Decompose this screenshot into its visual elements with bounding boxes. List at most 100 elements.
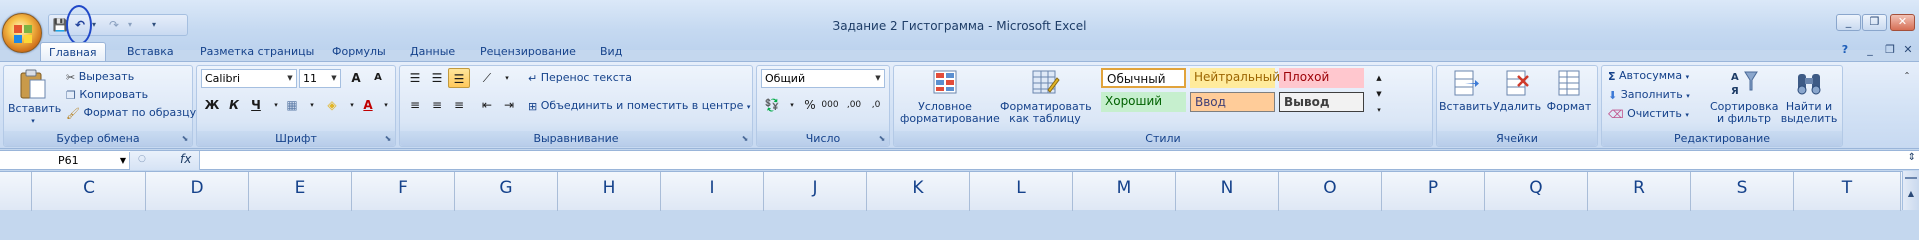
autosum-button[interactable]: Σ Автосумма ▾: [1608, 69, 1689, 83]
column-header[interactable]: J: [764, 172, 867, 211]
column-header[interactable]: L: [970, 172, 1073, 211]
currency-icon[interactable]: 💱: [761, 95, 783, 115]
align-left-icon[interactable]: ≡: [404, 95, 426, 115]
column-header[interactable]: R: [1588, 172, 1691, 211]
format-cells-button[interactable]: Формат: [1543, 68, 1595, 113]
dialog-launcher-icon[interactable]: ⬊: [180, 134, 190, 144]
close-button[interactable]: ✕: [1890, 14, 1915, 31]
style-input[interactable]: Ввод: [1190, 92, 1275, 112]
column-header[interactable]: D: [146, 172, 249, 211]
paste-button[interactable]: Вставить ▾: [8, 68, 61, 127]
orientation-icon[interactable]: ⟋: [476, 68, 498, 88]
column-header[interactable]: S: [1691, 172, 1794, 211]
column-header[interactable]: I: [661, 172, 764, 211]
doc-restore-button[interactable]: ❐: [1882, 44, 1898, 58]
increase-decimal-button[interactable]: ,00: [843, 95, 865, 115]
increase-indent-icon[interactable]: ⇥: [498, 95, 520, 115]
shrink-font-button[interactable]: A: [367, 68, 389, 88]
column-header[interactable]: M: [1073, 172, 1176, 211]
column-header[interactable]: E: [249, 172, 352, 211]
align-bottom-icon[interactable]: ☰: [448, 68, 470, 88]
borders-dropdown-icon[interactable]: ▾: [301, 95, 323, 115]
borders-icon[interactable]: ▦: [281, 95, 303, 115]
column-header[interactable]: Q: [1485, 172, 1588, 211]
align-middle-icon[interactable]: ☰: [426, 68, 448, 88]
select-all-corner[interactable]: [0, 172, 32, 211]
bold-button[interactable]: Ж: [201, 95, 223, 115]
tab-home[interactable]: Главная: [40, 42, 106, 62]
style-output[interactable]: Вывод: [1279, 92, 1364, 112]
dialog-launcher-icon[interactable]: ⬊: [383, 134, 393, 144]
column-header[interactable]: T: [1794, 172, 1901, 211]
merge-center-button[interactable]: ⊞ Объединить и поместить в центре ▾: [528, 99, 750, 113]
insert-cells-button[interactable]: Вставить: [1439, 68, 1492, 113]
expand-formula-bar-icon[interactable]: ⇕: [1908, 152, 1916, 163]
column-header[interactable]: O: [1279, 172, 1382, 211]
style-bad[interactable]: Плохой: [1279, 68, 1364, 88]
align-top-icon[interactable]: ☰: [404, 68, 426, 88]
decrease-indent-icon[interactable]: ⇤: [476, 95, 498, 115]
formula-bar: P61 ▼ ○ fx ⇕: [0, 150, 1919, 170]
grow-font-button[interactable]: A: [345, 68, 367, 88]
doc-close-button[interactable]: ✕: [1900, 44, 1916, 58]
office-button[interactable]: [2, 13, 42, 53]
minimize-button[interactable]: _: [1836, 14, 1861, 31]
name-box[interactable]: P61 ▼: [0, 152, 130, 169]
column-header[interactable]: K: [867, 172, 970, 211]
tab-page-layout[interactable]: Разметка страницы: [192, 42, 322, 62]
align-right-icon[interactable]: ≡: [448, 95, 470, 115]
column-header[interactable]: H: [558, 172, 661, 211]
underline-button[interactable]: Ч: [245, 95, 267, 115]
italic-button[interactable]: К: [223, 95, 245, 115]
copy-button[interactable]: ❐ Копировать: [66, 88, 148, 102]
font-color-dropdown-icon[interactable]: ▾: [375, 95, 397, 115]
number-format-select[interactable]: Общий ▼: [761, 69, 885, 88]
format-painter-button[interactable]: 🖌 Формат по образцу: [66, 106, 196, 120]
formula-input[interactable]: [202, 152, 1899, 169]
tab-insert[interactable]: Вставка: [119, 42, 182, 62]
clear-button[interactable]: ⌫ Очистить ▾: [1608, 107, 1689, 121]
font-size-select[interactable]: 11 ▼: [299, 69, 341, 88]
delete-cells-button[interactable]: Удалить: [1491, 68, 1543, 113]
tab-view[interactable]: Вид: [592, 42, 630, 62]
font-name-select[interactable]: Calibri ▼: [201, 69, 297, 88]
split-handle-icon[interactable]: [1905, 177, 1917, 180]
insert-function-button[interactable]: fx: [180, 152, 191, 166]
formula-controls: ○ fx: [130, 151, 200, 170]
tab-review[interactable]: Рецензирование: [472, 42, 584, 62]
ribbon-collapse-icon[interactable]: ⌃: [1896, 66, 1918, 86]
align-center-icon[interactable]: ≡: [426, 95, 448, 115]
find-select-button[interactable]: Найти и выделить: [1778, 68, 1840, 125]
column-header[interactable]: P: [1382, 172, 1485, 211]
conditional-formatting-button[interactable]: Условное форматирование: [900, 68, 1000, 125]
vertical-scrollbar[interactable]: ▲: [1902, 171, 1919, 210]
thousands-button[interactable]: 000: [819, 95, 841, 115]
chevron-down-icon: ▼: [331, 74, 337, 82]
percent-button[interactable]: %: [799, 95, 821, 115]
sort-filter-button[interactable]: A Я Сортировка и фильтр: [1710, 68, 1779, 125]
cut-button[interactable]: ✂ Вырезать: [66, 70, 134, 84]
column-header[interactable]: G: [455, 172, 558, 211]
maximize-button[interactable]: ❐: [1862, 14, 1887, 31]
style-neutral[interactable]: Нейтральный: [1190, 68, 1280, 88]
style-good[interactable]: Хороший: [1101, 92, 1186, 112]
tab-formulas[interactable]: Формулы: [324, 42, 394, 62]
scroll-up-icon[interactable]: ▲: [1904, 189, 1918, 198]
orientation-dropdown-icon[interactable]: ▾: [496, 68, 518, 88]
format-as-table-button[interactable]: Форматировать как таблицу: [1000, 68, 1092, 125]
dialog-launcher-icon[interactable]: ⬊: [740, 134, 750, 144]
column-header[interactable]: C: [33, 172, 146, 211]
wrap-text-button[interactable]: ↵ Перенос текста: [528, 71, 632, 85]
decrease-decimal-button[interactable]: ,0: [865, 95, 887, 115]
fill-color-icon[interactable]: ◈: [321, 95, 343, 115]
dialog-launcher-icon[interactable]: ⬊: [877, 134, 887, 144]
column-header[interactable]: N: [1176, 172, 1279, 211]
help-icon[interactable]: ?: [1837, 44, 1853, 58]
fill-button[interactable]: ⬇ Заполнить ▾: [1608, 88, 1690, 102]
tab-data[interactable]: Данные: [402, 42, 463, 62]
doc-minimize-button[interactable]: _: [1862, 44, 1878, 58]
column-header[interactable]: F: [352, 172, 455, 211]
styles-more-icon[interactable]: ▾: [1372, 100, 1386, 120]
style-normal[interactable]: Обычный: [1101, 68, 1186, 88]
sort-filter-icon: A Я: [1731, 71, 1758, 97]
